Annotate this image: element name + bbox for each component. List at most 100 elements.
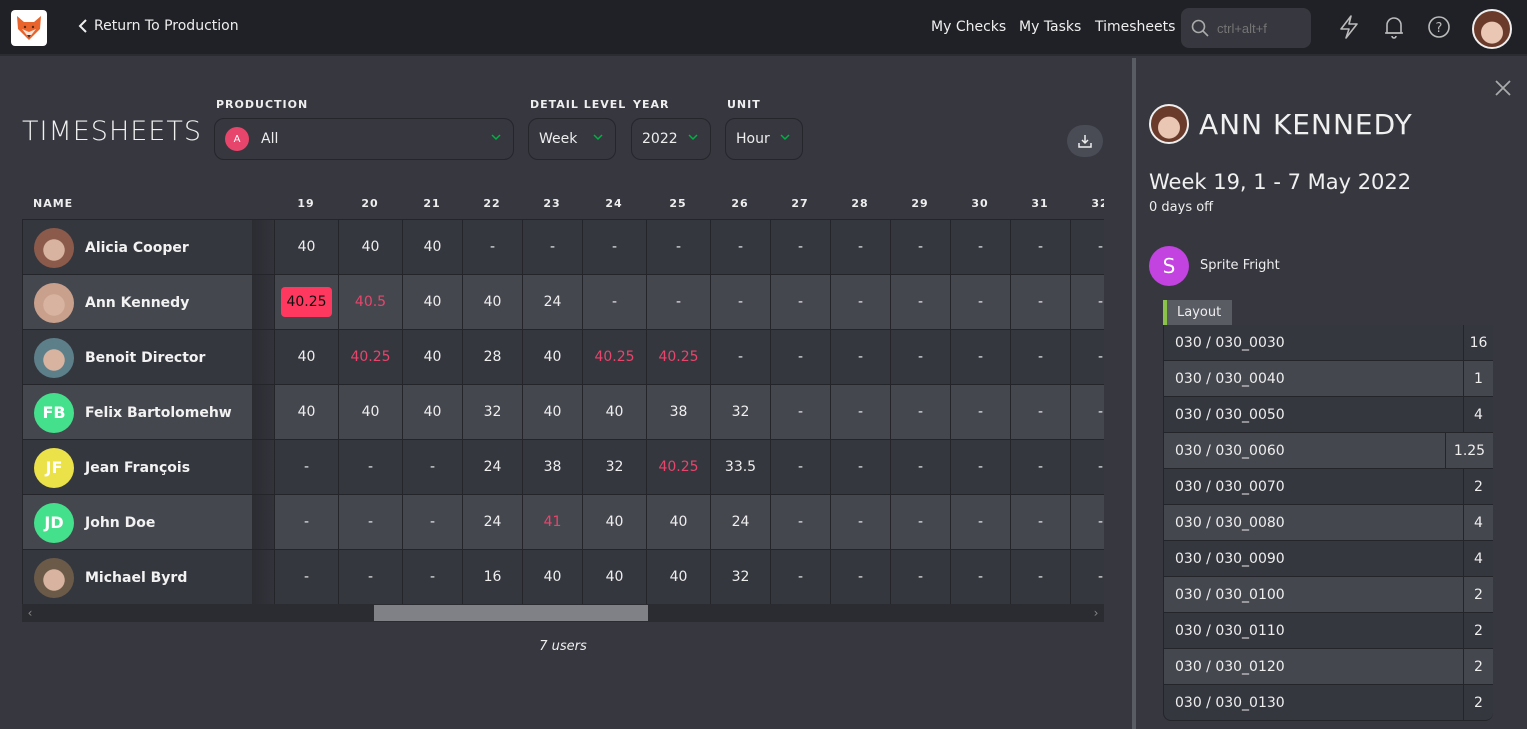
shot-row[interactable]: 030 / 030_0080 4 xyxy=(1163,504,1493,541)
timesheet-cell[interactable]: 40.25 xyxy=(582,330,646,384)
timesheet-cell[interactable]: - xyxy=(402,440,462,494)
shot-row[interactable]: 030 / 030_0030 16 xyxy=(1163,324,1493,361)
timesheet-cell[interactable]: 40.5 xyxy=(338,275,402,329)
user-name-cell[interactable]: Ann Kennedy xyxy=(22,275,252,330)
timesheet-cell[interactable]: - xyxy=(950,495,1010,549)
timesheet-cell[interactable]: - xyxy=(1010,275,1070,329)
user-name-cell[interactable]: JF Jean François xyxy=(22,440,252,495)
shot-row[interactable]: 030 / 030_0130 2 xyxy=(1163,684,1493,721)
timesheet-cell[interactable]: 40 xyxy=(582,550,646,604)
timesheet-cell[interactable]: 33.5 xyxy=(710,440,770,494)
timesheet-cell[interactable]: 40 xyxy=(522,550,582,604)
return-to-production-link[interactable]: Return To Production xyxy=(78,18,239,34)
download-button[interactable] xyxy=(1067,125,1103,157)
unit-select[interactable]: Hour xyxy=(725,118,803,160)
timesheet-cell[interactable]: 40 xyxy=(338,385,402,439)
scrollbar-thumb[interactable] xyxy=(374,605,648,621)
timesheet-cell[interactable]: 32 xyxy=(710,550,770,604)
timesheet-cell[interactable]: 40 xyxy=(522,330,582,384)
bell-icon[interactable] xyxy=(1381,14,1407,40)
timesheet-cell[interactable]: - xyxy=(890,330,950,384)
timesheet-cell[interactable]: - xyxy=(1010,440,1070,494)
timesheet-cell[interactable]: - xyxy=(770,220,830,274)
timesheet-cell[interactable]: - xyxy=(950,275,1010,329)
timesheet-cell[interactable]: - xyxy=(890,385,950,439)
shot-row[interactable]: 030 / 030_0100 2 xyxy=(1163,576,1493,613)
timesheet-cell[interactable]: 40 xyxy=(582,385,646,439)
timesheet-cell[interactable]: - xyxy=(770,275,830,329)
nav-timesheets[interactable]: Timesheets xyxy=(1095,19,1175,35)
timesheet-cell[interactable]: - xyxy=(710,330,770,384)
timesheet-cell[interactable]: - xyxy=(646,275,710,329)
scroll-right-icon[interactable]: › xyxy=(1088,604,1104,622)
timesheet-cell[interactable]: 28 xyxy=(462,330,522,384)
user-name-cell[interactable]: Alicia Cooper xyxy=(22,220,252,275)
timesheet-cell[interactable]: - xyxy=(1070,275,1104,329)
timesheet-cell[interactable]: - xyxy=(830,330,890,384)
timesheet-cell[interactable]: - xyxy=(1070,220,1104,274)
timesheet-cell[interactable]: - xyxy=(770,385,830,439)
timesheet-cell[interactable]: 40 xyxy=(402,385,462,439)
timesheet-cell[interactable]: - xyxy=(1070,330,1104,384)
timesheet-cell[interactable]: - xyxy=(402,550,462,604)
timesheet-cell[interactable]: 32 xyxy=(462,385,522,439)
timesheet-cell[interactable]: - xyxy=(1010,495,1070,549)
timesheet-cell[interactable]: - xyxy=(1010,385,1070,439)
timesheet-cell[interactable]: - xyxy=(1070,495,1104,549)
timesheet-cell[interactable]: 24 xyxy=(462,440,522,494)
timesheet-cell[interactable]: 24 xyxy=(710,495,770,549)
timesheet-cell[interactable]: - xyxy=(890,440,950,494)
timesheet-cell[interactable]: 40 xyxy=(582,495,646,549)
year-select[interactable]: 2022 xyxy=(631,118,711,160)
timesheet-cell[interactable]: - xyxy=(770,440,830,494)
panel-resize-handle[interactable] xyxy=(1132,58,1136,729)
close-panel-icon[interactable] xyxy=(1492,77,1514,99)
timesheet-cell[interactable]: - xyxy=(950,330,1010,384)
timesheet-cell[interactable]: - xyxy=(1070,440,1104,494)
user-name-cell[interactable]: Michael Byrd xyxy=(22,550,252,604)
timesheet-cell[interactable]: 40 xyxy=(522,385,582,439)
kitsu-logo-icon[interactable] xyxy=(11,10,47,46)
timesheet-cell[interactable]: 41 xyxy=(522,495,582,549)
timesheet-cell[interactable]: - xyxy=(1010,220,1070,274)
timesheet-cell[interactable]: 40 xyxy=(274,330,338,384)
timesheet-cell[interactable]: - xyxy=(830,275,890,329)
timesheet-cell[interactable]: - xyxy=(402,495,462,549)
shot-row[interactable]: 030 / 030_0040 1 xyxy=(1163,360,1493,397)
shot-row[interactable]: 030 / 030_0060 1.25 xyxy=(1163,432,1493,469)
timesheet-cell[interactable]: - xyxy=(890,495,950,549)
timesheet-cell[interactable]: 38 xyxy=(646,385,710,439)
timesheet-cell[interactable]: - xyxy=(1010,550,1070,604)
timesheet-cell[interactable]: - xyxy=(1070,550,1104,604)
timesheet-cell[interactable]: 40 xyxy=(402,330,462,384)
timesheet-cell[interactable]: - xyxy=(274,550,338,604)
timesheet-cell[interactable]: 24 xyxy=(462,495,522,549)
timesheet-cell[interactable]: - xyxy=(522,220,582,274)
shot-row[interactable]: 030 / 030_0090 4 xyxy=(1163,540,1493,577)
timesheet-cell[interactable]: - xyxy=(830,550,890,604)
timesheet-cell[interactable]: 40 xyxy=(402,220,462,274)
timesheet-cell[interactable]: - xyxy=(582,275,646,329)
global-search[interactable] xyxy=(1181,8,1311,48)
timesheet-cell[interactable]: 40 xyxy=(646,495,710,549)
user-name-cell[interactable]: JD John Doe xyxy=(22,495,252,550)
timesheet-cell[interactable]: 40.25 xyxy=(338,330,402,384)
timesheet-cell[interactable]: 40 xyxy=(338,220,402,274)
timesheet-cell[interactable]: - xyxy=(890,220,950,274)
horizontal-scrollbar[interactable]: ‹ › xyxy=(22,604,1104,622)
timesheet-cell[interactable]: - xyxy=(646,220,710,274)
timesheet-cell[interactable]: - xyxy=(890,550,950,604)
timesheet-cell[interactable]: - xyxy=(770,550,830,604)
timesheet-cell[interactable]: - xyxy=(830,440,890,494)
timesheet-cell[interactable]: - xyxy=(710,275,770,329)
shot-row[interactable]: 030 / 030_0110 2 xyxy=(1163,612,1493,649)
timesheet-cell[interactable]: - xyxy=(830,385,890,439)
timesheet-cell[interactable]: - xyxy=(950,220,1010,274)
lightning-icon[interactable] xyxy=(1336,14,1362,40)
timesheet-cell[interactable]: - xyxy=(770,330,830,384)
timesheet-cell[interactable]: - xyxy=(770,495,830,549)
timesheet-cell[interactable]: 40 xyxy=(462,275,522,329)
timesheet-cell[interactable]: 32 xyxy=(710,385,770,439)
timesheet-cell[interactable]: - xyxy=(582,220,646,274)
timesheet-cell[interactable]: - xyxy=(338,495,402,549)
